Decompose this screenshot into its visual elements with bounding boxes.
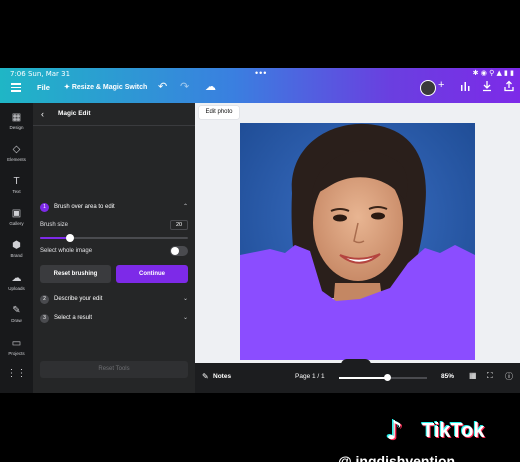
rail-label-projects: Projects: [8, 351, 25, 356]
toggle-knob: [171, 247, 179, 255]
notes-icon[interactable]: ✎: [202, 372, 209, 381]
rail-label-brand: Brand: [10, 253, 23, 258]
zoom-slider[interactable]: [339, 374, 427, 381]
edit-photo-button[interactable]: Edit photo: [199, 106, 239, 119]
rail-item-text[interactable]: T Text: [0, 176, 33, 194]
gallery-icon: ▣: [11, 208, 22, 219]
text-icon: T: [13, 176, 20, 187]
elements-icon: ◇: [12, 144, 21, 155]
step-number-3: 3: [40, 314, 49, 323]
brush-size-slider[interactable]: [40, 234, 188, 242]
menu-icon[interactable]: [11, 83, 21, 92]
rail-item-draw[interactable]: ✎ Draw: [0, 305, 33, 323]
step-describe-edit[interactable]: 2 Describe your edit ⌄: [40, 294, 188, 306]
step-brush-area[interactable]: 1 Brush over area to edit ⌃: [40, 202, 188, 214]
rail-label-gallery: Gallery: [9, 221, 24, 226]
redo-icon[interactable]: ↷: [180, 80, 189, 93]
app-screen: 7:06 Sun, Mar 31 ••• ✱ ◉ ⚲ ▲ ▮ ▮ File ✦ …: [0, 68, 520, 393]
creator-handle: @ ingdishvention: [338, 453, 456, 462]
chevron-up-icon: ⌃: [182, 204, 188, 210]
rail-item-projects[interactable]: ▭ Projects: [0, 338, 33, 356]
canvas-area: Edit photo: [195, 103, 520, 363]
select-whole-image-label: Select whole image: [40, 248, 93, 254]
continue-button[interactable]: Continue: [116, 265, 188, 283]
rail-label-uploads: Uploads: [8, 286, 25, 291]
page-indicator[interactable]: Page 1 / 1: [295, 373, 325, 380]
help-icon[interactable]: ⓘ: [505, 371, 513, 382]
sparkle-icon: ✦: [64, 84, 72, 91]
brush-size-label: Brush size: [40, 222, 69, 228]
zoom-slider-knob[interactable]: [383, 374, 391, 381]
design-icon: ▦: [11, 112, 22, 123]
panel-divider: [33, 125, 195, 126]
plus-icon[interactable]: +: [438, 79, 444, 91]
resize-magic-switch-button[interactable]: ✦ Resize & Magic Switch: [64, 83, 147, 91]
tiktok-logo-icon: ♪: [386, 416, 403, 446]
chart-icon[interactable]: [456, 80, 474, 94]
step-label-3: Select a result: [54, 315, 93, 321]
download-icon[interactable]: [478, 80, 496, 94]
brush-size-input[interactable]: 20: [170, 220, 188, 230]
status-time: 7:06 Sun, Mar 31: [10, 70, 71, 78]
back-chevron-icon[interactable]: ‹: [41, 109, 44, 119]
portrait-photo: [240, 123, 475, 360]
rail-item-gallery[interactable]: ▣ Gallery: [0, 208, 33, 226]
step-select-result[interactable]: 3 Select a result ⌄: [40, 313, 188, 325]
rail-item-apps[interactable]: ⋮⋮: [0, 368, 33, 380]
brand-icon: ⬢: [12, 240, 21, 251]
panel-title: Magic Edit: [58, 110, 91, 117]
avatar[interactable]: [420, 80, 436, 96]
brush-size-slider-knob[interactable]: [65, 234, 74, 242]
rail-item-uploads[interactable]: ☁ Uploads: [0, 273, 33, 291]
status-indicators: ✱ ◉ ⚲ ▲ ▮ ▮: [472, 69, 514, 77]
chevron-down-icon: ⌄: [182, 315, 188, 321]
step-label-1: Brush over area to edit: [54, 204, 115, 210]
rail-item-design[interactable]: ▦ Design: [0, 112, 33, 130]
top-bar: 7:06 Sun, Mar 31 ••• ✱ ◉ ⚲ ▲ ▮ ▮ File ✦ …: [0, 68, 520, 103]
resize-label: Resize & Magic Switch: [71, 84, 148, 91]
undo-icon[interactable]: ↶: [158, 80, 167, 93]
rail-label-design: Design: [9, 125, 24, 130]
status-more-dots[interactable]: •••: [255, 68, 267, 78]
uploads-icon: ☁: [11, 273, 22, 284]
bottom-bar: ✎ Notes Page 1 / 1 85% ▦ ⛶ ⓘ: [195, 359, 520, 393]
grid-view-icon[interactable]: ▦: [469, 371, 477, 380]
step-number-2: 2: [40, 295, 49, 304]
left-rail: ▦ Design ◇ Elements T Text ▣ Gallery ⬢ B…: [0, 103, 33, 393]
rail-label-draw: Draw: [11, 318, 22, 323]
magic-edit-panel: ‹ Magic Edit 1 Brush over area to edit ⌃…: [33, 103, 195, 393]
rail-label-text: Text: [12, 189, 21, 194]
collapse-handle[interactable]: [341, 359, 371, 365]
reset-tools-button[interactable]: Reset Tools: [40, 361, 188, 378]
reset-brushing-button[interactable]: Reset brushing: [40, 265, 111, 283]
step-label-2: Describe your edit: [54, 296, 103, 302]
notes-button[interactable]: Notes: [213, 373, 231, 380]
photo-element[interactable]: [240, 123, 475, 360]
zoom-slider-fill: [339, 377, 388, 379]
chevron-down-icon: ⌄: [182, 296, 188, 302]
projects-icon: ▭: [11, 338, 22, 349]
apps-grid-icon: ⋮⋮: [6, 368, 27, 379]
draw-icon: ✎: [12, 305, 21, 316]
select-whole-image-toggle[interactable]: [170, 246, 188, 256]
tiktok-brand: TikTok: [422, 420, 485, 442]
zoom-value[interactable]: 85%: [441, 373, 454, 380]
cloud-icon[interactable]: ☁: [205, 80, 216, 93]
file-button[interactable]: File: [37, 83, 50, 92]
rail-item-brand[interactable]: ⬢ Brand: [0, 240, 33, 258]
share-icon[interactable]: [500, 80, 518, 94]
rail-item-elements[interactable]: ◇ Elements: [0, 144, 33, 162]
fullscreen-icon[interactable]: ⛶: [487, 371, 493, 381]
rail-label-elements: Elements: [7, 157, 26, 162]
step-number-1: 1: [40, 203, 49, 212]
